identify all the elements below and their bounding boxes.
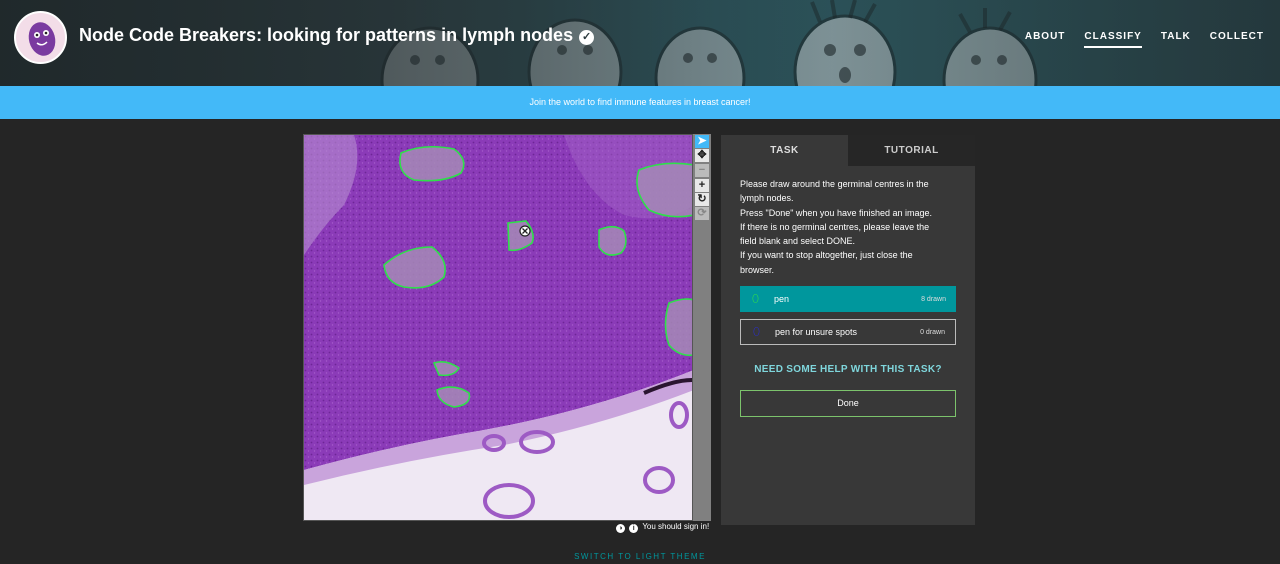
reset-icon[interactable]: ⟳	[695, 207, 709, 220]
nav-collect[interactable]: COLLECT	[1210, 31, 1264, 48]
tool-label: pen for unsure spots	[775, 327, 858, 337]
check-circle-icon: ✓	[579, 30, 595, 45]
pointer-icon[interactable]: ➤	[695, 135, 709, 148]
instruction-line: lymph nodes.	[740, 193, 794, 204]
done-button[interactable]: Done	[740, 390, 956, 417]
pen-icon: ⬯	[753, 326, 760, 338]
tab-tutorial[interactable]: TUTORIAL	[848, 135, 975, 166]
instruction-line: If you want to stop altogether, just clo…	[740, 250, 913, 261]
sign-in-notice[interactable]: ◑ i You should sign in!	[616, 522, 709, 533]
lymph-node-tissue-image	[304, 135, 692, 520]
nav-about[interactable]: ABOUT	[1025, 31, 1066, 48]
instruction-line: field blank and select DONE.	[740, 236, 856, 247]
contrast-icon[interactable]: ◑	[616, 524, 625, 533]
nav-classify[interactable]: CLASSIFY	[1084, 31, 1142, 48]
task-instructions: Please draw around the germinal centres …	[740, 177, 962, 277]
info-icon[interactable]: i	[629, 524, 639, 533]
project-avatar[interactable]	[14, 11, 67, 64]
tab-task[interactable]: TASK	[721, 135, 848, 166]
unsure-pen-tool-button[interactable]: ⬯ pen for unsure spots 0 drawn	[740, 319, 956, 345]
rotate-icon[interactable]: ↻	[695, 193, 709, 206]
viewer-toolbar: ➤ ✥ − + ↻ ⟳	[693, 134, 711, 521]
instruction-line: If there is no germinal centres, please …	[740, 221, 930, 232]
theme-toggle[interactable]: SWITCH TO LIGHT THEME	[0, 552, 1280, 561]
tool-count: 8 drawn	[921, 295, 946, 303]
pen-icon: ⬯	[752, 293, 759, 305]
zoom-in-icon[interactable]: +	[695, 179, 709, 192]
project-header: Node Code Breakers: looking for patterns…	[0, 0, 1280, 86]
task-tabs: TASK TUTORIAL	[721, 135, 975, 166]
subject-image[interactable]	[303, 134, 693, 521]
project-nav: ABOUT CLASSIFY TALK COLLECT	[1025, 31, 1264, 48]
instruction-line: Please draw around the germinal centres …	[740, 179, 929, 189]
close-icon[interactable]	[519, 225, 531, 237]
task-panel: TASK TUTORIAL Please draw around the ger…	[721, 135, 975, 525]
pen-tool-button[interactable]: ⬯ pen 8 drawn	[740, 286, 956, 312]
zoom-out-icon[interactable]: −	[695, 164, 709, 177]
tool-label: pen	[774, 294, 790, 304]
instruction-line: browser.	[740, 264, 775, 275]
project-title[interactable]: Node Code Breakers: looking for patterns…	[79, 25, 595, 46]
project-title-text: Node Code Breakers: looking for patterns…	[79, 25, 574, 45]
help-link[interactable]: NEED SOME HELP WITH THIS TASK?	[721, 364, 975, 375]
nav-talk[interactable]: TALK	[1161, 31, 1191, 48]
instruction-line: Press "Done" when you have finished an i…	[740, 207, 933, 218]
tool-count: 0 drawn	[920, 328, 945, 336]
move-icon[interactable]: ✥	[695, 149, 709, 162]
sign-in-text: You should sign in!	[642, 522, 710, 531]
announcement-banner: Join the world to find immune features i…	[0, 86, 1280, 119]
